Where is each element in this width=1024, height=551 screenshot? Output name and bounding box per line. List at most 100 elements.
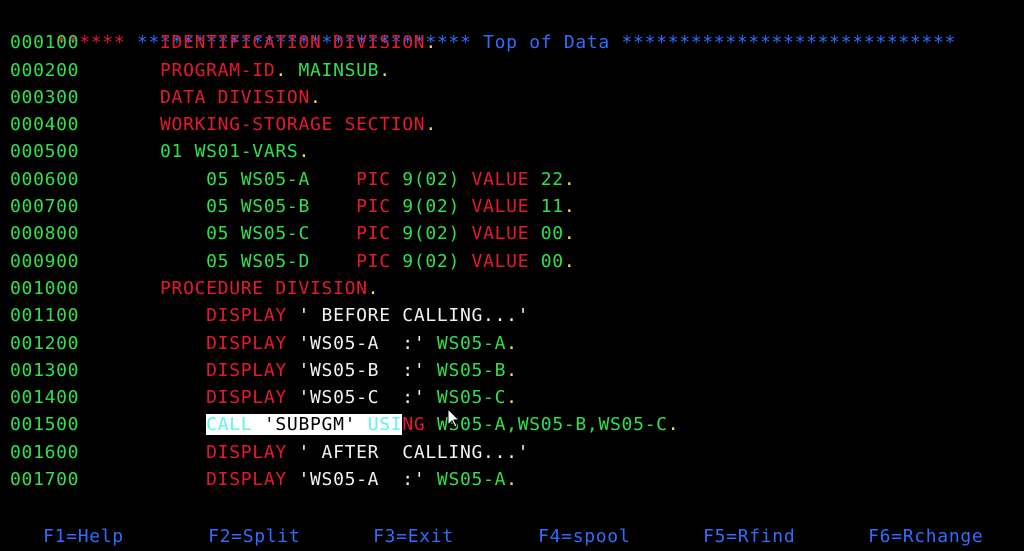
code-token: 'WS05-B :' — [298, 359, 437, 381]
code-line[interactable]: 000900 05 WS05-D PIC 9(02) VALUE 00. — [10, 248, 1020, 275]
code-token: PIC — [356, 223, 403, 245]
line-number[interactable]: 001700 — [10, 469, 79, 490]
code-token: . — [425, 32, 437, 54]
line-number[interactable]: 001100 — [10, 305, 79, 326]
code-token: WS05-A — [436, 469, 507, 491]
code-line[interactable]: 001600 DISPLAY ' AFTER CALLING...' — [10, 439, 1020, 466]
code-token: WS05-B — [436, 359, 507, 381]
code-line[interactable]: 001100 DISPLAY ' BEFORE CALLING...' — [10, 302, 1020, 329]
line-number[interactable]: 001500 — [10, 414, 79, 435]
code-token: WS05-A — [436, 332, 507, 354]
code-token: PIC — [356, 168, 403, 190]
code-token: 05 WS05-A — [160, 168, 357, 190]
top-of-data-banner: ****** ***************************** Top… — [10, 2, 1020, 53]
fkey-rfind[interactable]: F5=Rfind — [703, 523, 868, 550]
fkey-exit[interactable]: F3=Exit — [373, 523, 538, 550]
code-token: 11 — [540, 196, 564, 218]
code-token: . — [667, 414, 680, 436]
code-token: VALUE — [471, 196, 541, 218]
line-number[interactable]: 000300 — [10, 87, 79, 108]
fkey-split[interactable]: F2=Split — [208, 523, 373, 550]
code-line[interactable]: 001300 DISPLAY 'WS05-B :' WS05-B. — [10, 357, 1020, 384]
code-line[interactable]: 000200 PROGRAM-ID. MAINSUB. — [10, 57, 1020, 84]
call-literal: 'SUBPGM' — [263, 414, 357, 436]
tso-ispf-editor: { "header": { "left_stars": "******", "m… — [0, 0, 1024, 547]
code-line[interactable]: 001400 DISPLAY 'WS05-C :' WS05-C. — [10, 384, 1020, 411]
code-token: 9(02) — [402, 223, 472, 245]
code-token: 00 — [540, 250, 564, 272]
code-token: WORKING-STORAGE SECTION — [160, 114, 426, 136]
code-line[interactable]: 000700 05 WS05-B PIC 9(02) VALUE 11. — [10, 193, 1020, 220]
code-token: VALUE — [471, 250, 541, 272]
line-number[interactable]: 000400 — [10, 114, 79, 135]
code-line[interactable]: 000800 05 WS05-C PIC 9(02) VALUE 00. — [10, 220, 1020, 247]
code-line[interactable]: 000300 DATA DIVISION. — [10, 84, 1020, 111]
code-token: DISPLAY — [160, 332, 299, 354]
code-token: DISPLAY — [160, 305, 299, 327]
line-number[interactable]: 000200 — [10, 60, 79, 81]
fkey-rchange[interactable]: F6=Rchange — [868, 523, 1018, 550]
code-token: PROCEDURE DIVISION — [160, 277, 368, 299]
code-token: 00 — [540, 223, 564, 245]
code-line[interactable]: 001200 DISPLAY 'WS05-A :' WS05-A. — [10, 330, 1020, 357]
code-line[interactable]: 001700 DISPLAY 'WS05-A :' WS05-A. — [10, 466, 1020, 493]
code-lines: 000100 IDENTIFICATION DIVISION. 000200 PR… — [10, 29, 1020, 493]
line-number[interactable]: 001300 — [10, 360, 79, 381]
line-number[interactable]: 000500 — [10, 141, 79, 162]
code-token: . — [506, 359, 518, 381]
code-token: PROGRAM-ID — [160, 59, 276, 81]
code-token: NG — [402, 414, 437, 436]
code-token: . — [309, 86, 322, 108]
code-line[interactable]: 001000 PROCEDURE DIVISION. — [10, 275, 1020, 302]
code-token: ' BEFORE CALLING...' — [298, 305, 530, 327]
using-keyword-partial: USI — [367, 414, 403, 436]
code-token: . — [506, 387, 518, 409]
line-number[interactable]: 001600 — [10, 442, 79, 463]
code-token: VALUE — [471, 168, 541, 190]
line-number[interactable]: 001400 — [10, 387, 79, 408]
code-token: MAINSUB — [298, 59, 380, 81]
code-line[interactable]: 000500 01 WS01-VARS. — [10, 138, 1020, 165]
code-token: 05 WS05-C — [160, 223, 357, 245]
code-token: DISPLAY — [160, 359, 299, 381]
code-line[interactable]: 000400 WORKING-STORAGE SECTION. — [10, 111, 1020, 138]
code-token: DISPLAY — [160, 441, 299, 463]
line-number[interactable]: 000900 — [10, 251, 79, 272]
code-token: WS05-A,WS05-B,WS05-C — [436, 414, 668, 436]
banner-title: Top of Data — [483, 32, 610, 54]
code-token: . — [563, 196, 576, 218]
code-line[interactable]: 000600 05 WS05-A PIC 9(02) VALUE 22. — [10, 166, 1020, 193]
editor-screen: ****** ***************************** Top… — [10, 2, 1020, 493]
code-token: . — [425, 114, 437, 136]
code-token: . — [379, 59, 391, 81]
code-token: ' AFTER CALLING...' — [298, 441, 530, 463]
code-token: WS05-C — [436, 387, 507, 409]
code-token: DISPLAY — [160, 387, 299, 409]
line-number[interactable]: 000600 — [10, 169, 79, 190]
code-token: . — [563, 168, 576, 190]
code-token: IDENTIFICATION DIVISION — [160, 32, 426, 54]
code-token: PIC — [356, 250, 403, 272]
code-token: 9(02) — [402, 196, 472, 218]
code-token: . — [563, 250, 576, 272]
line-number[interactable]: 000700 — [10, 196, 79, 217]
code-token: . — [506, 332, 518, 354]
fkey-spool[interactable]: F4=spool — [538, 523, 703, 550]
code-token: . — [563, 223, 576, 245]
code-token: 'WS05-A :' — [298, 469, 437, 491]
selected-text-highlight[interactable]: CALL 'SUBPGM' USI — [206, 414, 403, 436]
code-token: 'WS05-C :' — [298, 387, 437, 409]
fkey-help[interactable]: F1=Help — [43, 523, 208, 550]
code-token: . — [298, 141, 310, 163]
code-token: 'WS05-A :' — [298, 332, 437, 354]
mouse-pointer-icon — [447, 408, 457, 428]
code-token: DATA DIVISION — [160, 86, 310, 108]
code-token: 05 WS05-D — [160, 250, 357, 272]
line-number[interactable]: 001200 — [10, 333, 79, 354]
code-line[interactable]: 001500 CALL 'SUBPGM' USING WS05-A,WS05-B… — [10, 411, 1020, 438]
code-token: . — [275, 59, 299, 81]
line-number[interactable]: 001000 — [10, 278, 79, 299]
line-number[interactable]: 000800 — [10, 223, 79, 244]
line-number[interactable]: 000100 — [10, 32, 79, 53]
